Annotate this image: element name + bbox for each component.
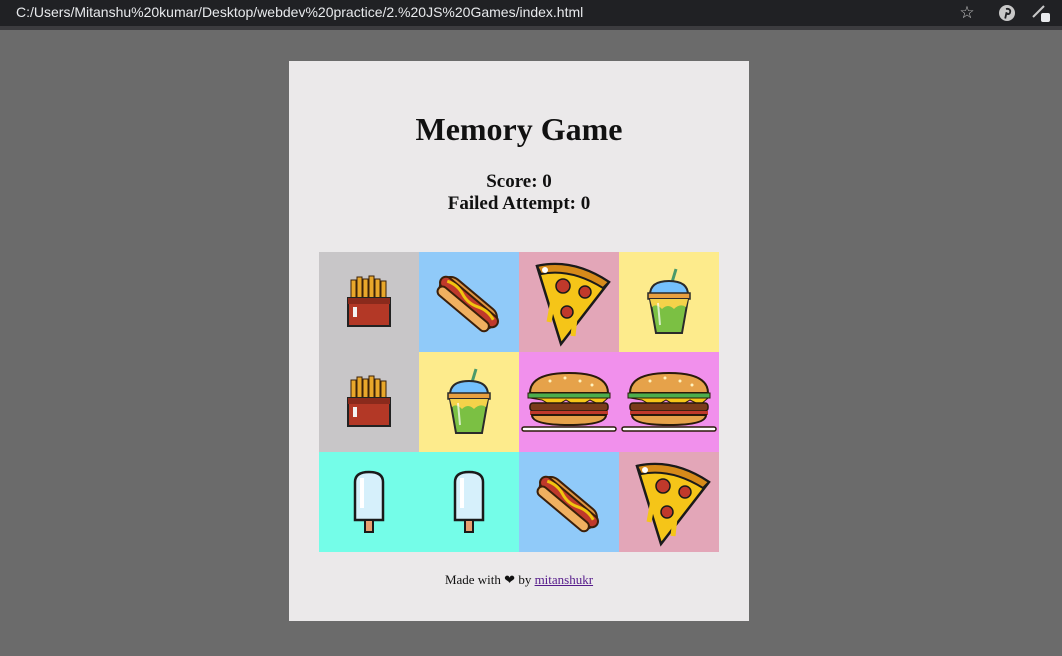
icecream-icon bbox=[449, 470, 489, 534]
memory-card-10[interactable] bbox=[419, 452, 519, 552]
footer-made-with: Made with bbox=[444, 572, 501, 587]
game-title: Memory Game bbox=[415, 111, 623, 147]
icecream-icon bbox=[349, 470, 389, 534]
game-card: Memory Game Score: 0 Failed Attempt: 0 M… bbox=[289, 61, 749, 621]
footer: Made with ❤ by mitanshukr bbox=[289, 572, 749, 588]
memory-card-3[interactable] bbox=[519, 252, 619, 352]
memory-card-7[interactable] bbox=[519, 352, 619, 452]
url-text[interactable]: C:/Users/Mitanshu%20kumar/Desktop/webdev… bbox=[16, 4, 583, 20]
toolbar-separator bbox=[0, 26, 1062, 30]
fries-icon bbox=[341, 374, 397, 430]
pizza-icon bbox=[623, 456, 715, 548]
extension-icon[interactable] bbox=[1030, 2, 1052, 24]
score-panel: Score: 0 Failed Attempt: 0 bbox=[289, 171, 749, 215]
pizza-icon bbox=[523, 256, 615, 348]
memory-card-6[interactable] bbox=[419, 352, 519, 452]
memory-card-5[interactable] bbox=[319, 352, 419, 452]
footer-by: by bbox=[518, 572, 532, 587]
memory-card-12[interactable] bbox=[619, 452, 719, 552]
burger-icon bbox=[620, 367, 718, 437]
heart-icon: ❤ bbox=[504, 572, 516, 587]
memory-card-8[interactable] bbox=[619, 352, 719, 452]
memory-card-9[interactable] bbox=[319, 452, 419, 552]
card-grid bbox=[319, 252, 719, 552]
memory-card-1[interactable] bbox=[319, 252, 419, 352]
milkshake-icon bbox=[634, 267, 704, 337]
star-icon[interactable]: ☆ bbox=[956, 2, 978, 24]
hotdog-icon bbox=[529, 462, 609, 542]
pinterest-icon[interactable] bbox=[996, 2, 1018, 24]
failed-attempts-text: Failed Attempt: 0 bbox=[447, 193, 591, 214]
hotdog-icon bbox=[429, 262, 509, 342]
author-link[interactable]: mitanshukr bbox=[535, 572, 594, 587]
memory-card-2[interactable] bbox=[419, 252, 519, 352]
memory-card-11[interactable] bbox=[519, 452, 619, 552]
burger-icon bbox=[520, 367, 618, 437]
score-text: Score: 0 bbox=[486, 171, 552, 192]
browser-address-bar: C:/Users/Mitanshu%20kumar/Desktop/webdev… bbox=[0, 0, 1062, 30]
fries-icon bbox=[341, 274, 397, 330]
memory-card-4[interactable] bbox=[619, 252, 719, 352]
milkshake-icon bbox=[434, 367, 504, 437]
